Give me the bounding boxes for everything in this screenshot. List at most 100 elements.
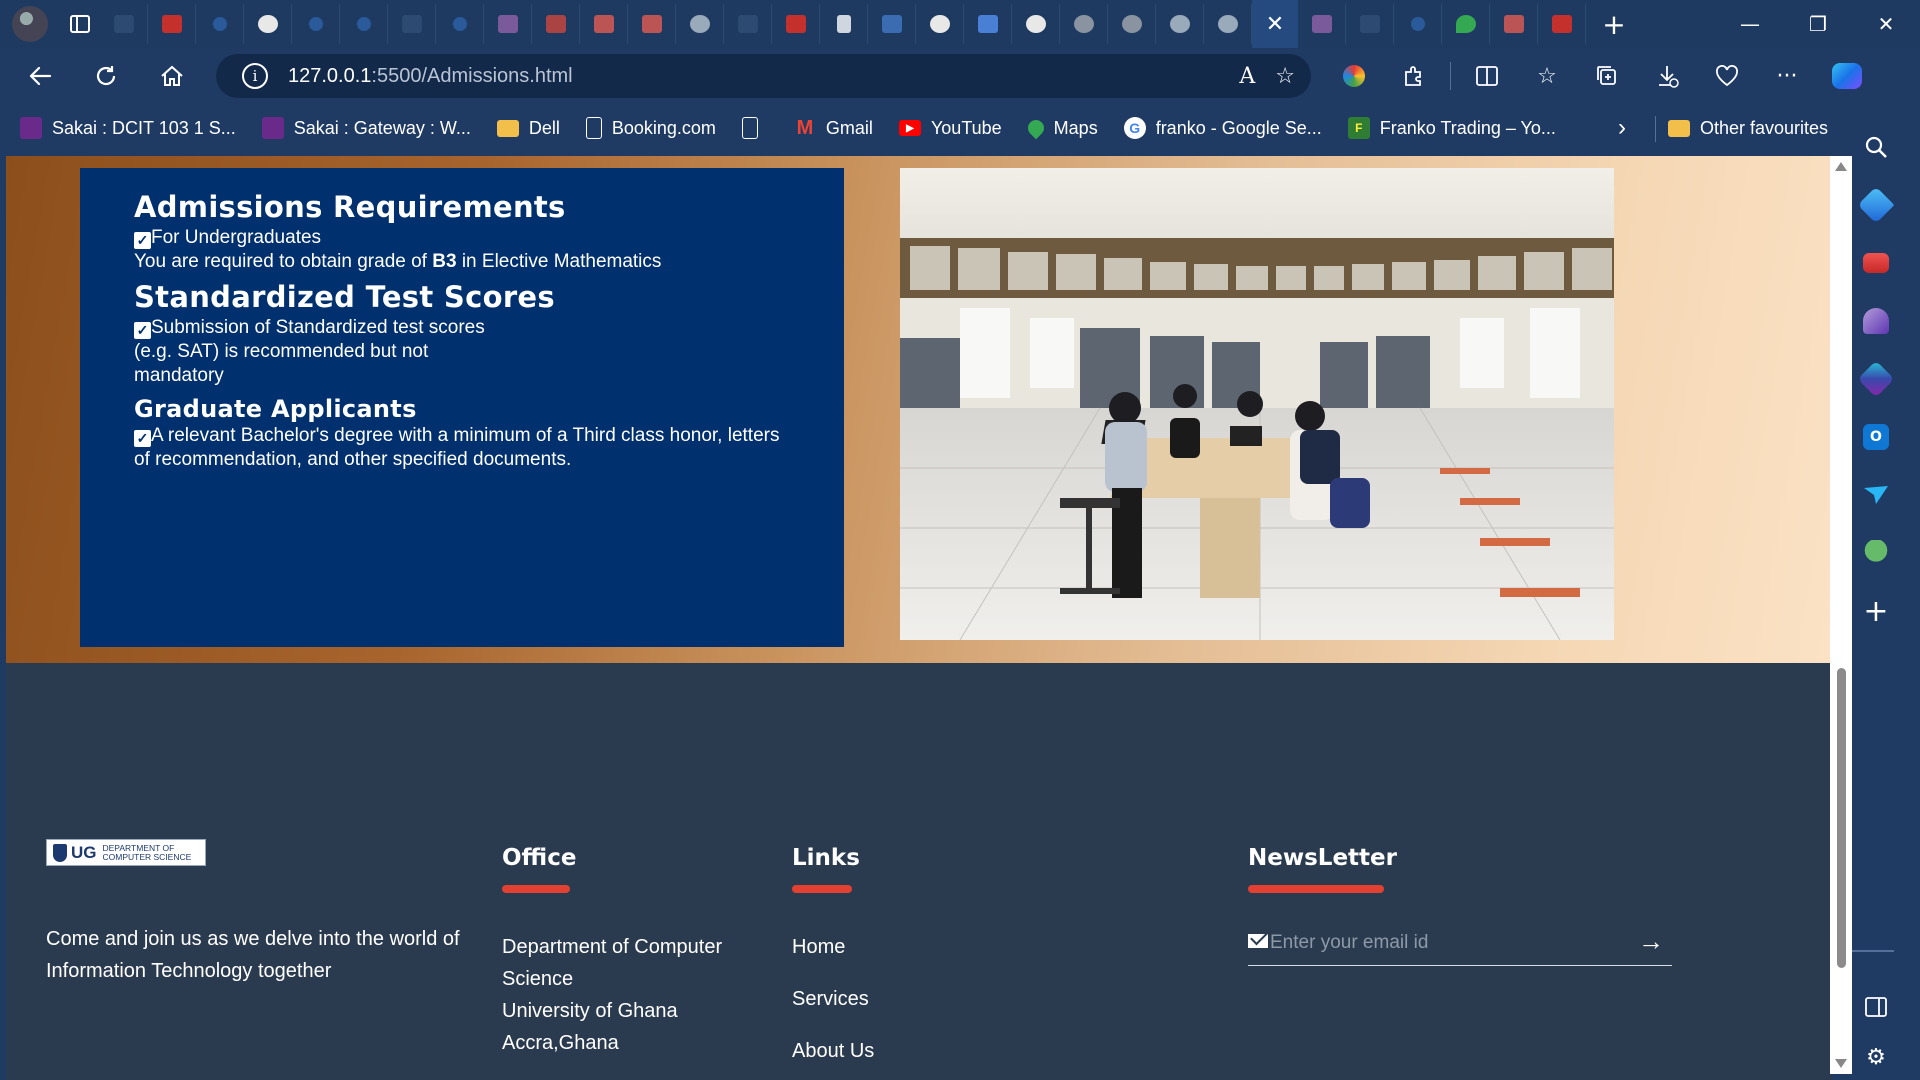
tab-item[interactable] xyxy=(148,4,196,44)
tab-item[interactable] xyxy=(1394,4,1442,44)
bookmark-untitled[interactable] xyxy=(741,117,768,139)
sidebar-settings-gear-icon[interactable]: ⚙ xyxy=(1866,1045,1886,1070)
chevron-right-icon[interactable]: › xyxy=(1618,114,1626,142)
favorites-icon[interactable]: ☆ xyxy=(1523,54,1571,98)
browser-essentials-icon[interactable] xyxy=(1703,54,1751,98)
tab-item[interactable] xyxy=(244,4,292,44)
collections-icon[interactable] xyxy=(1583,54,1631,98)
search-icon xyxy=(308,17,323,31)
tab-item[interactable] xyxy=(676,4,724,44)
page-icon xyxy=(741,117,758,139)
add-icon[interactable]: + xyxy=(1856,591,1896,631)
sat-text: Submission of Standardized test scores (… xyxy=(134,317,485,386)
newsletter-submit-arrow-icon[interactable]: → xyxy=(1638,926,1664,957)
window-controls: — ❐ ✕ xyxy=(1716,0,1920,48)
github-icon xyxy=(1121,15,1142,33)
downloads-icon[interactable] xyxy=(1643,54,1691,98)
bookmark-youtube[interactable]: ▶ YouTube xyxy=(898,118,1002,139)
tab-item[interactable] xyxy=(628,4,676,44)
tab-item[interactable] xyxy=(1538,4,1586,44)
refresh-icon[interactable] xyxy=(80,54,132,98)
sat-title: Standardized Test Scores xyxy=(134,280,555,314)
copilot-sidebar-icon[interactable] xyxy=(1856,359,1896,399)
restore-icon[interactable]: ❐ xyxy=(1784,0,1852,48)
tab-item[interactable] xyxy=(1204,4,1252,44)
address-bar[interactable]: i 127.0.0.1:5500/Admissions.html A ☆ xyxy=(216,54,1311,98)
profile-avatar[interactable] xyxy=(12,6,48,42)
tab-item[interactable] xyxy=(724,4,772,44)
tools-icon[interactable] xyxy=(1856,243,1896,283)
active-tab-close-icon[interactable]: ✕ xyxy=(1252,0,1298,48)
tab-item[interactable] xyxy=(964,4,1012,44)
footer-link-services[interactable]: Services xyxy=(792,983,874,1035)
bookmark-gmail[interactable]: M Gmail xyxy=(794,117,873,139)
tab-item[interactable] xyxy=(820,4,868,44)
undergrad-grade: B3 xyxy=(432,251,457,272)
games-icon[interactable] xyxy=(1856,301,1896,341)
maps-icon xyxy=(1455,15,1476,33)
tab-item[interactable] xyxy=(532,4,580,44)
tab-item[interactable] xyxy=(772,4,820,44)
tree-icon[interactable] xyxy=(1856,533,1896,573)
newsletter-email-input[interactable] xyxy=(1268,931,1628,954)
tab-item[interactable] xyxy=(1442,4,1490,44)
scroll-up-arrow-icon[interactable] xyxy=(1835,162,1847,171)
site-info-icon[interactable]: i xyxy=(242,63,268,89)
tab-item[interactable] xyxy=(580,4,628,44)
shopping-tag-icon[interactable] xyxy=(1856,185,1896,225)
favorite-star-icon[interactable]: ☆ xyxy=(1275,64,1295,89)
tab-item[interactable] xyxy=(1156,4,1204,44)
footer-link-about[interactable]: About Us xyxy=(792,1035,874,1080)
new-tab-icon[interactable]: + xyxy=(1594,4,1634,44)
tab-item[interactable] xyxy=(1346,4,1394,44)
settings-more-icon[interactable]: ··· xyxy=(1763,54,1811,98)
tab-item[interactable] xyxy=(916,4,964,44)
ug-logo[interactable]: UG DEPARTMENT OF COMPUTER SCIENCE xyxy=(46,839,206,866)
bookmark-other-favourites[interactable]: Other favourites xyxy=(1668,118,1828,139)
extension-colorful-icon[interactable] xyxy=(1330,54,1378,98)
close-window-icon[interactable]: ✕ xyxy=(1852,0,1920,48)
bookmark-dell[interactable]: Dell xyxy=(496,118,560,139)
tab-actions-icon[interactable] xyxy=(60,4,100,44)
graduate-item: ✓ A relevant Bachelor's degree with a min… xyxy=(134,424,794,472)
tab-item[interactable] xyxy=(100,4,148,44)
tab-item[interactable] xyxy=(340,4,388,44)
copilot-icon[interactable] xyxy=(1823,54,1871,98)
toolbar-separator xyxy=(1450,62,1451,90)
tab-item[interactable] xyxy=(1298,4,1346,44)
address-url[interactable]: 127.0.0.1:5500/Admissions.html xyxy=(288,65,573,88)
tab-item[interactable] xyxy=(484,4,532,44)
read-aloud-icon[interactable]: A xyxy=(1239,64,1255,89)
tab-item[interactable] xyxy=(436,4,484,44)
minimize-icon[interactable]: — xyxy=(1716,0,1784,48)
extensions-icon[interactable] xyxy=(1390,54,1438,98)
tab-item[interactable] xyxy=(388,4,436,44)
search-icon xyxy=(452,17,467,31)
tab-item[interactable] xyxy=(1490,4,1538,44)
sidebar-toggle-icon[interactable] xyxy=(1865,997,1887,1023)
send-icon[interactable] xyxy=(1856,475,1896,515)
bookmark-booking[interactable]: Booking.com xyxy=(585,117,716,139)
search-icon[interactable] xyxy=(1856,127,1896,167)
tab-item[interactable] xyxy=(868,4,916,44)
bookmark-sakai-dcit[interactable]: Sakai : DCIT 103 1 S... xyxy=(20,117,236,139)
youtube-icon xyxy=(161,15,182,33)
outlook-icon[interactable]: O xyxy=(1856,417,1896,457)
tab-item[interactable] xyxy=(1108,4,1156,44)
page-scrollbar[interactable] xyxy=(1830,156,1852,1074)
scroll-thumb[interactable] xyxy=(1837,668,1846,968)
tab-item[interactable] xyxy=(196,4,244,44)
home-icon[interactable] xyxy=(146,54,198,98)
bookmark-google-search[interactable]: Gfranko - Google Se... xyxy=(1123,117,1322,139)
bookmark-maps[interactable]: Maps xyxy=(1024,116,1098,140)
footer-link-home[interactable]: Home xyxy=(792,931,874,983)
back-icon[interactable] xyxy=(14,54,66,98)
tab-item[interactable] xyxy=(1060,4,1108,44)
split-screen-icon[interactable] xyxy=(1463,54,1511,98)
bookmark-franko-trading[interactable]: F Franko Trading – Yo... xyxy=(1347,117,1556,139)
office-line: Accra,Ghana xyxy=(502,1032,619,1054)
bookmark-sakai-gateway[interactable]: Sakai : Gateway : W... xyxy=(261,117,471,139)
tab-item[interactable] xyxy=(292,4,340,44)
scroll-down-arrow-icon[interactable] xyxy=(1835,1059,1847,1068)
tab-item[interactable] xyxy=(1012,4,1060,44)
